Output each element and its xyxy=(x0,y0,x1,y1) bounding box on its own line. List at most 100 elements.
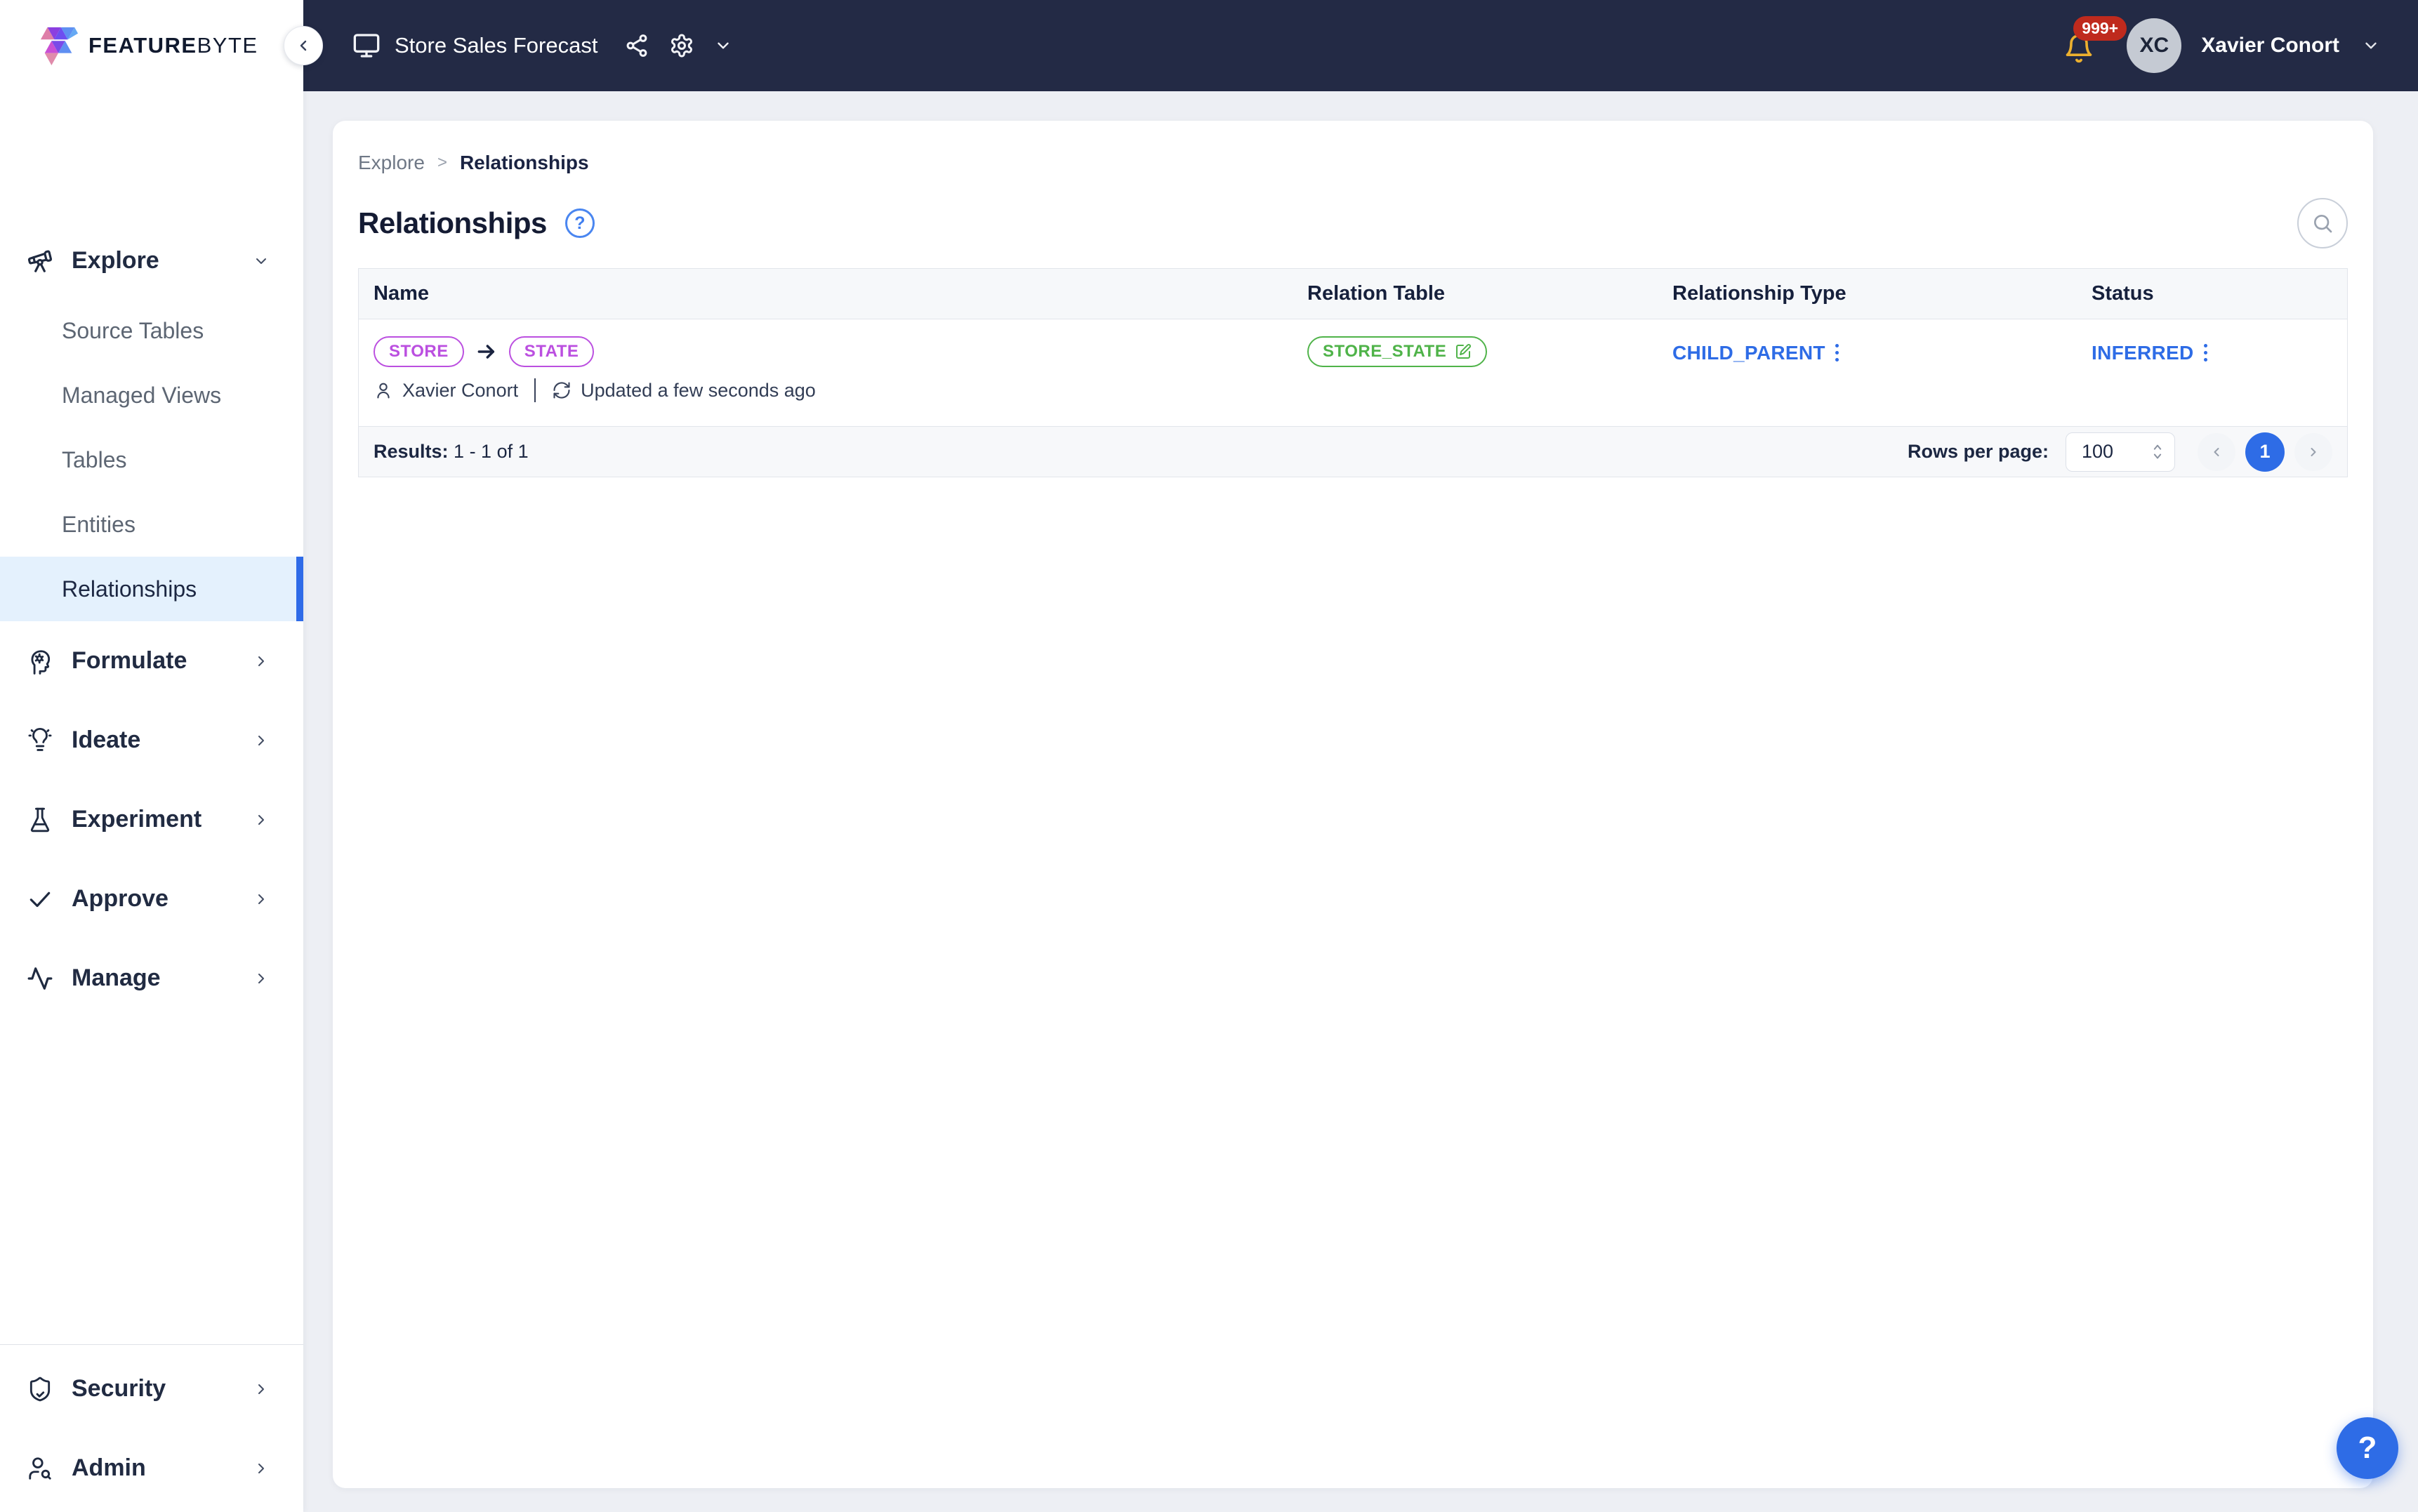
previous-page-button[interactable] xyxy=(2198,432,2235,471)
table-row: STORE STATE Xavier Conort Updated a few … xyxy=(359,319,2347,426)
topbar-right: 999+ XC Xavier Conort xyxy=(2063,16,2380,73)
row-updated: Updated a few seconds ago xyxy=(581,379,816,401)
entity-pair: STORE STATE xyxy=(374,336,1293,367)
main-area: Explore > Relationships Relationships ? … xyxy=(303,91,2418,1512)
user-avatar[interactable]: XC xyxy=(2127,18,2182,73)
sidebar-item-label: Experiment xyxy=(72,806,202,833)
kebab-menu-icon[interactable] xyxy=(2203,342,2207,362)
telescope-icon xyxy=(27,250,53,272)
sub-item-label: Tables xyxy=(62,446,127,472)
relation-table-name: STORE_STATE xyxy=(1323,342,1447,361)
divider xyxy=(534,378,536,402)
sub-item-label: Entities xyxy=(62,511,136,537)
notifications-button[interactable]: 999+ xyxy=(2063,16,2127,64)
next-page-button[interactable] xyxy=(2294,432,2332,471)
column-header-name: Name xyxy=(374,282,429,305)
entity-badge-from[interactable]: STORE xyxy=(374,336,464,367)
topbar: Store Sales Forecast 999+ XC Xavier Cono… xyxy=(303,0,2418,91)
entity-badge-to[interactable]: STATE xyxy=(508,336,595,367)
rows-per-page-label: Rows per page: xyxy=(1907,441,2049,462)
sidebar-item-tables[interactable]: Tables xyxy=(0,427,303,492)
notification-count-badge: 999+ xyxy=(2073,16,2127,41)
row-owner: Xavier Conort xyxy=(402,379,519,401)
chevron-left-icon xyxy=(300,40,307,51)
rows-per-page-value: 100 xyxy=(2082,441,2114,462)
monitor-icon xyxy=(353,34,380,58)
breadcrumb-parent[interactable]: Explore xyxy=(358,152,425,174)
chevron-right-icon xyxy=(258,894,264,904)
rows-per-page-select[interactable]: 100 xyxy=(2066,432,2175,472)
table-footer: Results: 1 - 1 of 1 Rows per page: 100 1 xyxy=(359,426,2347,477)
relation-table-cell: STORE_STATE xyxy=(1293,336,1658,402)
status-value[interactable]: INFERRED xyxy=(2092,342,2194,364)
user-icon xyxy=(377,383,390,399)
pager: 1 xyxy=(2198,432,2332,472)
chevron-down-icon[interactable] xyxy=(714,37,732,55)
search-button[interactable] xyxy=(2297,198,2348,248)
help-fab-button[interactable]: ? xyxy=(2337,1417,2398,1479)
chevron-left-icon xyxy=(2214,447,2219,456)
sidebar-item-admin[interactable]: Admin xyxy=(0,1428,303,1508)
brand-feature: FEATURE xyxy=(88,33,197,58)
sidebar: FEATUREBYTE Explore Source Tables Manage… xyxy=(0,0,303,1512)
sidebar-item-ideate[interactable]: Ideate xyxy=(0,701,303,780)
chevron-right-icon xyxy=(258,656,264,666)
sidebar-item-security[interactable]: Security xyxy=(0,1349,303,1428)
sidebar-item-label: Formulate xyxy=(72,647,187,674)
share-icon[interactable] xyxy=(624,33,649,58)
title-row: Relationships ? xyxy=(358,198,2348,248)
help-circle-icon[interactable]: ? xyxy=(564,208,595,238)
relation-table-badge[interactable]: STORE_STATE xyxy=(1307,336,1488,367)
activity-icon xyxy=(27,967,53,990)
sidebar-item-label: Admin xyxy=(72,1454,146,1481)
chevron-right-icon xyxy=(258,1384,264,1394)
brand-wordmark: FEATUREBYTE xyxy=(88,33,258,58)
pagination-controls: Rows per page: 100 1 xyxy=(1908,432,2332,472)
sidebar-item-relationships[interactable]: Relationships xyxy=(0,557,303,621)
sidebar-item-managed-views[interactable]: Managed Views xyxy=(0,363,303,427)
relationship-type-value[interactable]: CHILD_PARENT xyxy=(1672,342,1825,364)
results-count: Results: 1 - 1 of 1 xyxy=(374,441,529,463)
sub-item-label: Source Tables xyxy=(62,317,204,343)
chevron-right-icon xyxy=(258,735,264,745)
sidebar-item-explore[interactable]: Explore xyxy=(0,229,303,293)
column-header-relation-table: Relation Table xyxy=(1307,282,1446,305)
sidebar-item-label: Manage xyxy=(72,964,161,991)
gear-icon[interactable] xyxy=(669,33,694,58)
sidebar-item-label: Approve xyxy=(72,885,169,912)
explore-sub-list: Source Tables Managed Views Tables Entit… xyxy=(0,298,303,621)
sidebar-item-formulate[interactable]: Formulate xyxy=(0,621,303,701)
brand-byte: BYTE xyxy=(197,33,258,58)
sidebar-item-source-tables[interactable]: Source Tables xyxy=(0,298,303,363)
sidebar-item-approve[interactable]: Approve xyxy=(0,859,303,939)
results-value: 1 - 1 of 1 xyxy=(454,441,529,462)
table-header: Name Relation Table Relationship Type St… xyxy=(359,269,2347,319)
sidebar-item-experiment[interactable]: Experiment xyxy=(0,780,303,859)
chevron-right-icon xyxy=(2311,447,2316,456)
sidebar-nav: Explore Source Tables Managed Views Tabl… xyxy=(0,229,303,1018)
breadcrumb: Explore > Relationships xyxy=(358,121,2348,174)
project-actions xyxy=(624,33,732,58)
row-meta: Xavier Conort Updated a few seconds ago xyxy=(374,378,1293,402)
brand-logo[interactable]: FEATUREBYTE xyxy=(0,0,303,91)
sidebar-item-entities[interactable]: Entities xyxy=(0,492,303,557)
sidebar-item-label: Explore xyxy=(72,247,159,274)
column-header-relationship-type: Relationship Type xyxy=(1672,282,1846,305)
sidebar-collapse-button[interactable] xyxy=(284,26,323,65)
active-indicator xyxy=(296,557,303,621)
kebab-menu-icon[interactable] xyxy=(1835,342,1839,362)
chevron-down-icon[interactable] xyxy=(2362,37,2380,55)
flask-icon xyxy=(30,807,50,832)
column-header-status: Status xyxy=(2092,282,2154,305)
current-page-button[interactable]: 1 xyxy=(2245,432,2285,472)
sidebar-item-manage[interactable]: Manage xyxy=(0,939,303,1018)
user-search-icon xyxy=(29,1457,51,1480)
project-name: Store Sales Forecast xyxy=(395,33,598,58)
page-title: Relationships xyxy=(358,206,547,239)
relationships-table: Name Relation Table Relationship Type St… xyxy=(358,268,2348,477)
edit-icon xyxy=(1456,344,1472,359)
chevron-right-icon xyxy=(258,1463,264,1473)
head-gear-icon xyxy=(31,649,51,675)
sidebar-item-label: Ideate xyxy=(72,727,141,753)
relationship-type-cell: CHILD_PARENT xyxy=(1658,336,2077,402)
